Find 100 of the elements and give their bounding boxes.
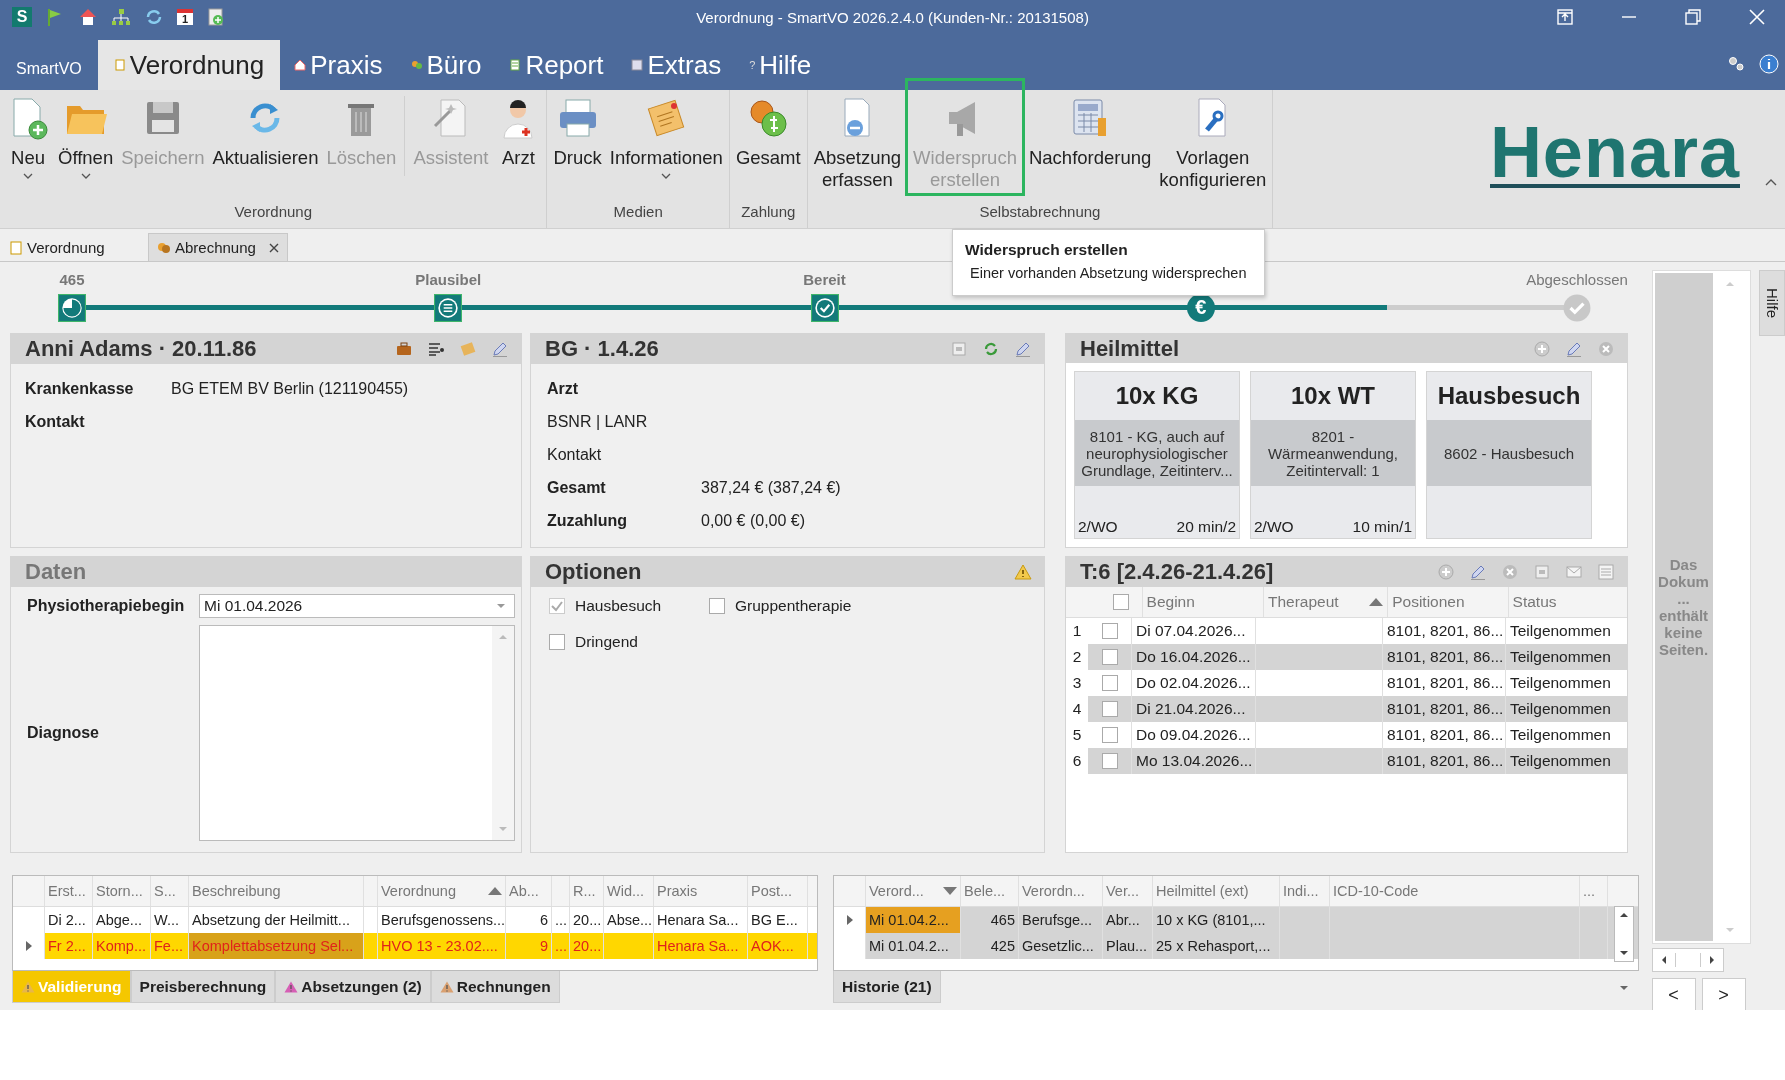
app-menu-button[interactable]: SmartVO	[0, 49, 98, 89]
mail-icon[interactable]	[1565, 563, 1583, 581]
bottom-tab[interactable]: Preisberechnung	[130, 971, 276, 1003]
ribbon-button[interactable]: Vorlagen konfigurieren	[1155, 90, 1271, 198]
column-header[interactable]: Bele...	[961, 876, 1019, 906]
menu-tab[interactable]: ?Hilfe	[735, 40, 826, 90]
column-header[interactable]: Wid...	[604, 876, 654, 906]
column-header[interactable]: Heilmittel (ext)	[1153, 876, 1280, 906]
row-checkbox[interactable]	[1101, 623, 1118, 639]
field-label: Arzt	[547, 379, 580, 398]
menu-tab[interactable]: Praxis	[280, 40, 397, 90]
column-header[interactable]: Beschreibung	[189, 876, 364, 906]
collapse-icon[interactable]	[1765, 178, 1777, 186]
table-row[interactable]: Di 21.04.2026... 8101, 8201, 86... Teilgenommen	[1088, 696, 1627, 722]
add-icon[interactable]	[1533, 339, 1551, 358]
ribbon-button[interactable]: Öffnen	[54, 90, 118, 198]
window-icon[interactable]	[950, 340, 968, 358]
column-header[interactable]: ICD-10-Code	[1330, 876, 1580, 906]
ribbon-button[interactable]: Absetzung erfassen	[809, 90, 906, 198]
restore-icon[interactable]	[1685, 9, 1701, 25]
delete-icon[interactable]	[1501, 563, 1519, 581]
menu-tab[interactable]: Extras	[617, 40, 736, 90]
briefcase-icon[interactable]	[395, 340, 413, 358]
add-document-icon[interactable]	[206, 7, 226, 27]
app-logo[interactable]: S	[12, 7, 32, 27]
checkbox[interactable]	[549, 598, 565, 614]
edit-icon[interactable]	[491, 340, 509, 358]
pin-icon[interactable]	[1557, 9, 1573, 25]
menu-tab[interactable]: Büro	[396, 40, 496, 90]
row-checkbox[interactable]	[1101, 701, 1118, 717]
date-dropdown[interactable]: Mi 01.04.2026	[199, 594, 515, 618]
ribbon-button[interactable]: Neu	[2, 90, 54, 198]
row-checkbox[interactable]	[1101, 727, 1118, 743]
column-header[interactable]: Verordnung	[378, 876, 506, 906]
column-header[interactable]: Post...	[748, 876, 808, 906]
panel-title: Heilmittel	[1080, 335, 1180, 362]
history-tab[interactable]: Historie (21)	[833, 971, 941, 1003]
column-header[interactable]: Verordn...	[1019, 876, 1103, 906]
add-icon[interactable]	[1437, 563, 1455, 581]
edit-icon[interactable]	[1014, 340, 1032, 358]
info-icon[interactable]	[1759, 54, 1779, 74]
scrollbar[interactable]	[1614, 906, 1634, 962]
column-header[interactable]: Verord...	[866, 876, 961, 906]
house-icon[interactable]	[78, 7, 98, 27]
column-header[interactable]: Therapeut	[1263, 587, 1389, 617]
ribbon-button[interactable]: Arzt	[492, 90, 545, 198]
column-header[interactable]: Erst...	[45, 876, 93, 906]
remedy-card[interactable]: 10x WT 8201 - Wärmeanwendung, Zeitintervall: 1 2/WO 10 min/1	[1250, 371, 1416, 539]
refresh-icon[interactable]	[982, 340, 1000, 358]
ribbon-button[interactable]: Nachforderung	[1024, 90, 1156, 198]
select-all-checkbox[interactable]	[1112, 594, 1129, 610]
ribbon-button[interactable]: Informationen	[605, 90, 727, 198]
column-header[interactable]: Ab...	[506, 876, 552, 906]
column-header[interactable]: Praxis	[654, 876, 748, 906]
scroll-thumb[interactable]	[1674, 953, 1701, 967]
field-label: Kontakt	[25, 412, 86, 431]
next-page-button[interactable]: >	[1701, 978, 1746, 1010]
menu-tab[interactable]: Verordnung	[97, 40, 281, 90]
column-header[interactable]: Beginn	[1142, 587, 1264, 617]
network-icon[interactable]	[111, 7, 131, 27]
table-cell-text: Teilgenommen	[1509, 647, 1612, 667]
bottom-tab[interactable]: Absetzungen (2)	[275, 971, 431, 1003]
remedy-card[interactable]: 10x KG 8101 - KG, auch auf neurophysiologischer Grundlage, Zeitinterv... 2/WO 20 min/2	[1074, 371, 1240, 539]
edit-icon[interactable]	[1469, 563, 1487, 581]
column-header[interactable]: R...	[570, 876, 604, 906]
remedy-card[interactable]: Hausbesuch 8602 - Hausbesuch	[1426, 371, 1592, 539]
column-header[interactable]: ...	[1580, 876, 1608, 906]
delete-icon[interactable]	[1597, 339, 1615, 358]
list-icon[interactable]	[427, 340, 445, 358]
column-header[interactable]: Status	[1508, 587, 1627, 617]
gears-icon[interactable]	[1727, 55, 1745, 73]
bottom-tab[interactable]: Rechnungen	[430, 971, 560, 1003]
checkbox[interactable]	[709, 598, 725, 614]
ribbon-button[interactable]: Druck	[549, 90, 606, 198]
previous-page-button[interactable]: <	[1651, 978, 1696, 1010]
table-row[interactable]: Mo 13.04.2026... 8101, 8201, 86... Teilgenommen	[1088, 748, 1627, 774]
scroll-up-icon[interactable]	[1619, 910, 1629, 920]
diagnosis-field[interactable]	[199, 625, 515, 841]
calendar-icon[interactable]: 1	[177, 9, 193, 25]
scroll-down-icon[interactable]	[1619, 948, 1629, 958]
row-checkbox[interactable]	[1101, 649, 1118, 665]
sync-icon[interactable]	[144, 7, 164, 27]
ribbon-button[interactable]: Gesamt	[731, 90, 805, 198]
row-checkbox[interactable]	[1101, 675, 1118, 691]
checkbox[interactable]	[549, 634, 565, 650]
column-header[interactable]: Indi...	[1280, 876, 1330, 906]
column-header[interactable]: Ver...	[1103, 876, 1153, 906]
table-row[interactable]: Do 16.04.2026... 8101, 8201, 86... Teilgenommen	[1088, 644, 1627, 670]
help-side-tab[interactable]: Hilfe	[1759, 270, 1785, 336]
column-header[interactable]: S...	[151, 876, 189, 906]
ribbon-button[interactable]: Aktualisieren	[208, 90, 323, 198]
scrollbar[interactable]	[1651, 948, 1724, 972]
close-icon[interactable]	[269, 242, 279, 253]
dropdown-icon[interactable]	[1619, 985, 1629, 991]
menu-tab[interactable]: Report	[495, 40, 618, 90]
window-icon[interactable]	[1533, 563, 1551, 581]
row-checkbox[interactable]	[1101, 753, 1118, 769]
column-header[interactable]: Positionen	[1388, 587, 1509, 617]
column-header[interactable]: Storn...	[93, 876, 151, 906]
document-tab[interactable]: Abrechnung	[148, 233, 288, 261]
